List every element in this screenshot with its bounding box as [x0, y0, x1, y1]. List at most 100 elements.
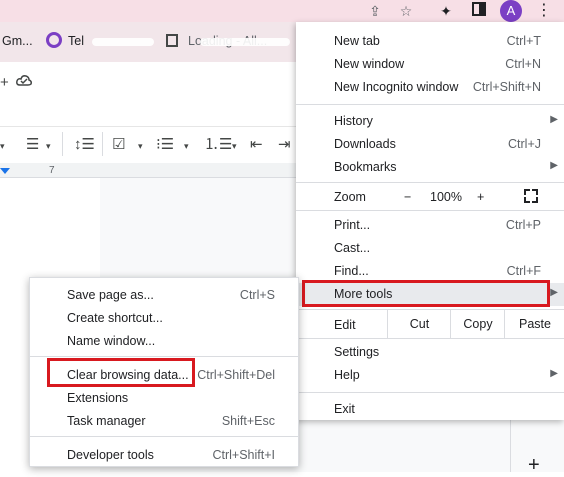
menu-label: New tab — [334, 34, 380, 48]
toolbar-divider — [0, 126, 300, 127]
kebab-menu-icon[interactable]: ⋮ — [535, 2, 553, 20]
menu-item-save-page[interactable]: Save page as... Ctrl+S — [30, 284, 298, 307]
menu-shortcut: Ctrl+Shift+Del — [197, 368, 275, 382]
menu-row-edit: Edit Cut Copy Paste — [296, 310, 564, 338]
docs-toolbar-area — [0, 62, 300, 172]
dropdown-caret-icon[interactable]: ▾ — [184, 137, 189, 155]
menu-item-cast[interactable]: Cast... — [296, 237, 564, 260]
toolbar-separator — [62, 132, 63, 156]
paste-button[interactable]: Paste — [504, 310, 564, 338]
menu-separator — [296, 182, 564, 183]
dropdown-caret-icon[interactable]: ▾ — [0, 137, 5, 155]
bookmark-redacted — [200, 38, 290, 46]
menu-item-zoom: Zoom − 100% + — [296, 186, 564, 209]
menu-item-help[interactable]: Help ▶ — [296, 364, 564, 387]
cut-button[interactable]: Cut — [387, 310, 451, 338]
menu-label: Exit — [334, 402, 355, 416]
toolbar-separator — [102, 132, 103, 156]
menu-separator — [296, 338, 564, 339]
dropdown-caret-icon[interactable]: ▾ — [138, 137, 143, 155]
menu-item-downloads[interactable]: Downloads Ctrl+J — [296, 133, 564, 156]
menu-item-task-manager[interactable]: Task manager Shift+Esc — [30, 410, 298, 433]
menu-label: New window — [334, 57, 405, 71]
menu-label: Bookmarks — [334, 160, 397, 174]
side-panel-icon[interactable] — [470, 2, 488, 20]
menu-shortcut: Shift+Esc — [221, 414, 275, 428]
menu-label: Create shortcut... — [67, 311, 163, 325]
menu-item-name-window[interactable]: Name window... — [30, 330, 298, 353]
menu-item-bookmarks[interactable]: Bookmarks ▶ — [296, 156, 564, 179]
submenu-arrow-icon: ▶ — [550, 368, 558, 379]
checklist-icon[interactable]: ☑ — [112, 136, 125, 154]
copy-button[interactable]: Copy — [450, 310, 505, 338]
bulleted-list-icon[interactable]: ⁝☰ — [156, 136, 174, 154]
plus-icon[interactable]: + — [528, 454, 540, 477]
menu-label: New Incognito window — [334, 80, 459, 94]
menu-label: Save page as... — [67, 288, 154, 302]
menu-item-new-incognito[interactable]: New Incognito window Ctrl+Shift+N — [296, 76, 564, 99]
bookmark-redacted — [92, 38, 154, 46]
menu-label: Zoom — [334, 190, 366, 204]
ruler-indent-marker[interactable] — [0, 168, 10, 174]
decrease-indent-icon[interactable]: ⇤ — [250, 136, 263, 154]
browser-toolbar: ⇪ ☆ ✦ A ⋮ — [0, 0, 564, 22]
menu-item-new-window[interactable]: New window Ctrl+N — [296, 53, 564, 76]
zoom-out-button[interactable]: − — [404, 190, 411, 204]
menu-shortcut: Ctrl+Shift+N — [472, 80, 541, 94]
menu-separator — [296, 392, 564, 393]
menu-label: Print... — [334, 218, 371, 232]
profile-avatar[interactable]: A — [500, 0, 522, 22]
bookmark-tel[interactable]: Tel — [68, 34, 84, 48]
menu-item-new-tab[interactable]: New tab Ctrl+T — [296, 30, 564, 53]
bookmark-favicon — [46, 32, 62, 48]
star-icon[interactable]: ☆ — [397, 2, 415, 20]
menu-label: History — [334, 114, 373, 128]
plus-icon[interactable]: + — [0, 74, 9, 92]
menu-shortcut: Ctrl+T — [506, 34, 541, 48]
ruler — [0, 163, 300, 178]
bookmark-page-icon — [166, 34, 178, 47]
dropdown-caret-icon[interactable]: ▾ — [232, 137, 237, 155]
menu-shortcut: Ctrl+Shift+I — [212, 448, 275, 462]
menu-item-clear-browsing-data[interactable]: Clear browsing data... Ctrl+Shift+Del — [30, 364, 298, 387]
menu-label: Downloads — [334, 137, 396, 151]
chrome-main-menu: New tab Ctrl+T New window Ctrl+N New Inc… — [296, 22, 564, 420]
submenu-arrow-icon: ▶ — [550, 114, 558, 125]
menu-item-create-shortcut[interactable]: Create shortcut... — [30, 307, 298, 330]
menu-label: Developer tools — [67, 448, 154, 462]
menu-label: Edit — [334, 318, 356, 332]
share-icon[interactable]: ⇪ — [366, 2, 384, 20]
ruler-number: 7 — [49, 165, 55, 176]
menu-item-developer-tools[interactable]: Developer tools Ctrl+Shift+I — [30, 444, 298, 467]
menu-separator — [30, 356, 298, 357]
menu-label: More tools — [334, 287, 393, 301]
menu-item-settings[interactable]: Settings — [296, 341, 564, 364]
menu-label: Settings — [334, 345, 380, 359]
bookmark-gmail[interactable]: Gm... — [2, 34, 33, 48]
side-panel-divider — [510, 420, 511, 472]
align-left-icon[interactable]: ☰ — [26, 136, 39, 154]
extensions-puzzle-icon[interactable]: ✦ — [437, 2, 455, 20]
menu-item-history[interactable]: History ▶ — [296, 110, 564, 133]
menu-label: Task manager — [67, 414, 146, 428]
cloud-check-icon[interactable] — [16, 73, 32, 91]
zoom-level: 100% — [430, 190, 462, 204]
fullscreen-icon[interactable] — [524, 189, 538, 203]
numbered-list-icon[interactable]: ⒈☰ — [204, 136, 232, 154]
zoom-in-button[interactable]: + — [477, 190, 484, 204]
menu-item-print[interactable]: Print... Ctrl+P — [296, 214, 564, 237]
increase-indent-icon[interactable]: ⇥ — [278, 136, 291, 154]
menu-label: Extensions — [67, 391, 129, 405]
menu-item-more-tools[interactable]: More tools ▶ — [296, 283, 564, 306]
menu-item-exit[interactable]: Exit — [296, 398, 564, 421]
menu-separator — [296, 104, 564, 105]
menu-item-extensions[interactable]: Extensions — [30, 387, 298, 410]
dropdown-caret-icon[interactable]: ▾ — [46, 137, 51, 155]
menu-shortcut: Ctrl+J — [508, 137, 541, 151]
menu-item-find[interactable]: Find... Ctrl+F — [296, 260, 564, 283]
line-spacing-icon[interactable]: ↕☰ — [74, 136, 95, 154]
menu-shortcut: Ctrl+F — [506, 264, 541, 278]
menu-separator — [296, 210, 564, 211]
side-panel: + — [296, 420, 564, 476]
menu-shortcut: Ctrl+N — [505, 57, 541, 71]
